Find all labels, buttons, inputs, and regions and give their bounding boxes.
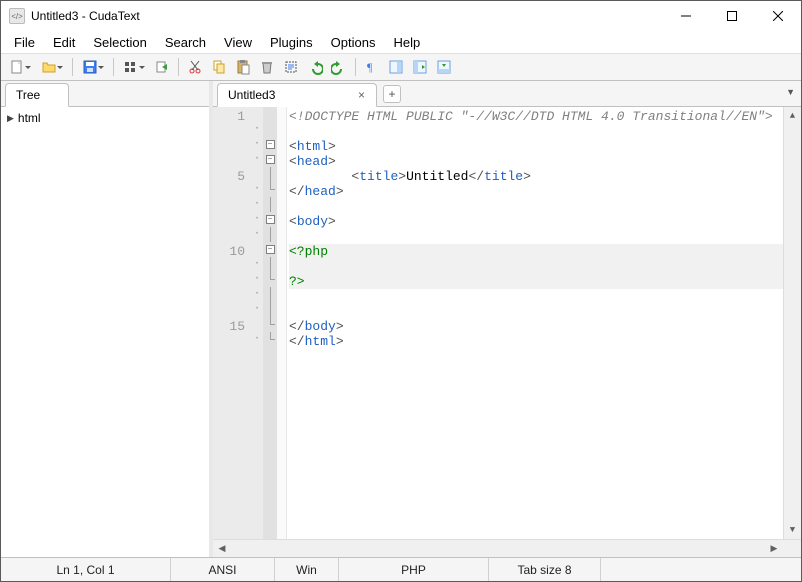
menu-selection[interactable]: Selection [84,33,155,52]
scroll-up-icon[interactable]: ▲ [784,107,801,125]
menu-plugins[interactable]: Plugins [261,33,322,52]
minimize-button[interactable] [663,1,709,31]
tree-root-item[interactable]: ▶ html [7,111,203,125]
editor-area[interactable]: 151015 ············ −−−− <!DOCTYPE HTML … [213,107,801,539]
status-tabsize[interactable]: Tab size 8 [489,558,601,581]
system-menu-button[interactable] [119,56,149,78]
svg-text:¶: ¶ [367,60,373,74]
side-tab-row: Tree [1,81,209,107]
close-button[interactable] [755,1,801,31]
scroll-left-icon[interactable]: ◀ [213,540,231,557]
toolbar-separator [72,58,73,76]
editor-pane: Untitled3 × + ▼ 151015 ············ −−−−… [213,81,801,557]
scroll-right-icon[interactable]: ▶ [765,540,783,557]
tab-overflow-icon[interactable]: ▼ [786,87,795,97]
copy-button[interactable] [208,56,230,78]
code-area[interactable]: <!DOCTYPE HTML PUBLIC "-//W3C//DTD HTML … [287,107,783,539]
app-icon: </> [9,8,25,24]
toolbar-separator [178,58,179,76]
menu-edit[interactable]: Edit [44,33,84,52]
vertical-scrollbar[interactable]: ▲ ▼ [783,107,801,539]
menu-options[interactable]: Options [322,33,385,52]
title-bar: </> Untitled3 - CudaText [1,1,801,31]
status-encoding[interactable]: ANSI [171,558,275,581]
goto-button[interactable] [151,56,173,78]
new-tab-button[interactable]: + [383,85,401,103]
toolbar-separator [355,58,356,76]
toolbar-separator [113,58,114,76]
window-controls [663,1,801,31]
scroll-corner [783,540,801,558]
side-panel: Tree ▶ html [1,81,209,557]
select-all-button[interactable] [280,56,302,78]
gutter-fold[interactable]: −−−− [263,107,277,539]
menu-bar: File Edit Selection Search View Plugins … [1,31,801,53]
menu-file[interactable]: File [5,33,44,52]
scroll-track[interactable] [784,125,801,521]
main-area: Tree ▶ html Untitled3 × + ▼ 151015 ·····… [1,81,801,557]
redo-button[interactable] [328,56,350,78]
tree-caret-icon: ▶ [7,113,14,124]
status-position[interactable]: Ln 1, Col 1 [1,558,171,581]
minimap-button[interactable] [385,56,407,78]
scroll-down-icon[interactable]: ▼ [784,521,801,539]
status-lexer[interactable]: PHP [339,558,489,581]
gutter-bookmarks: ············ [251,107,263,539]
status-message [601,558,801,581]
bottom-panel-button[interactable] [433,56,455,78]
tree-root-label: html [18,111,41,125]
toolbar: ¶ [1,53,801,81]
gutter-line-numbers: 151015 [213,107,251,539]
document-tab-label: Untitled3 [228,88,275,102]
menu-view[interactable]: View [215,33,261,52]
tree-body[interactable]: ▶ html [1,107,209,557]
new-file-button[interactable] [5,56,35,78]
status-bar: Ln 1, Col 1 ANSI Win PHP Tab size 8 [1,557,801,581]
tree-tab[interactable]: Tree [5,83,69,107]
tab-close-icon[interactable]: × [355,88,368,102]
unprinted-button[interactable]: ¶ [361,56,383,78]
horizontal-scrollbar[interactable]: ◀ ▶ [213,539,801,557]
status-line-endings[interactable]: Win [275,558,339,581]
scroll-track-h[interactable] [231,540,765,557]
open-file-button[interactable] [37,56,67,78]
menu-search[interactable]: Search [156,33,215,52]
cut-button[interactable] [184,56,206,78]
undo-button[interactable] [304,56,326,78]
delete-button[interactable] [256,56,278,78]
menu-help[interactable]: Help [384,33,429,52]
save-file-button[interactable] [78,56,108,78]
gutter-padding [277,107,287,539]
maximize-button[interactable] [709,1,755,31]
document-tab-row: Untitled3 × + ▼ [213,81,801,107]
side-panel-button[interactable] [409,56,431,78]
document-tab-active[interactable]: Untitled3 × [217,83,377,107]
window-title: Untitled3 - CudaText [31,9,663,23]
paste-button[interactable] [232,56,254,78]
